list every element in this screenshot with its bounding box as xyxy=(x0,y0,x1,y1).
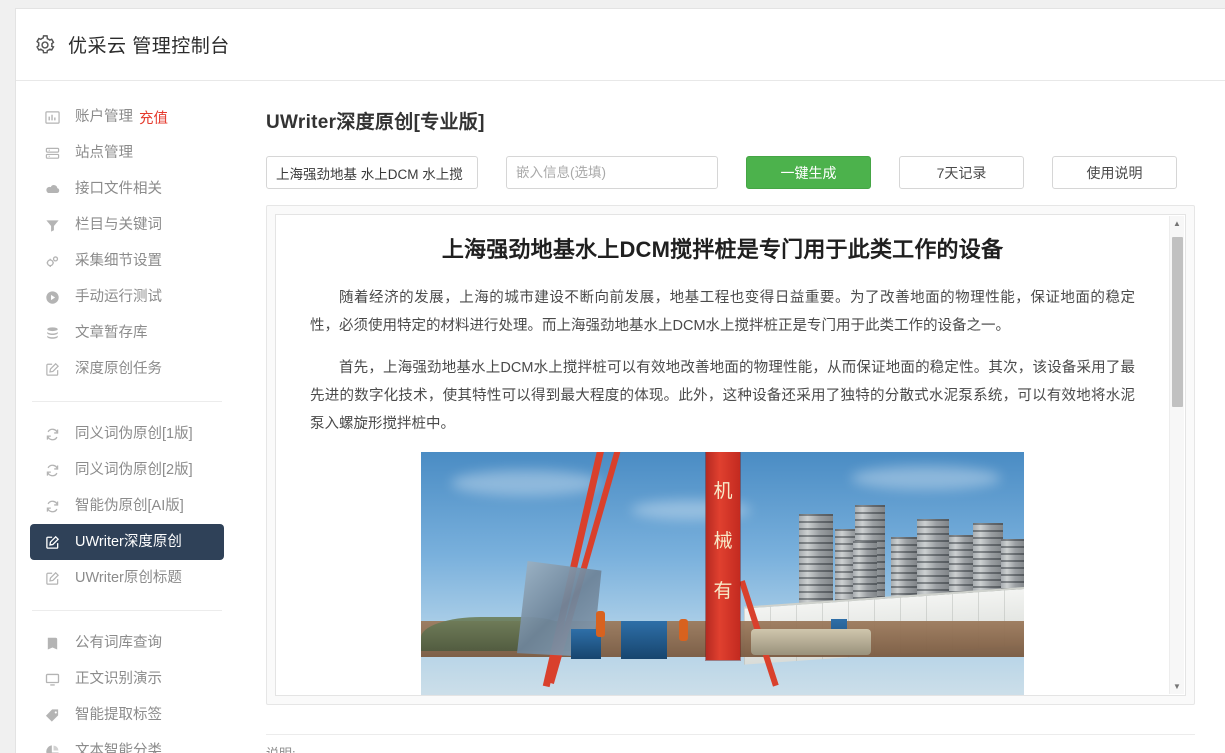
document-title: 上海强劲地基水上DCM搅拌桩是专门用于此类工作的设备 xyxy=(310,233,1135,266)
sidebar-item-label: 文本智能分类 xyxy=(75,744,162,753)
sidebar-item-extract-tags[interactable]: 智能提取标签 xyxy=(30,697,224,733)
sidebar-item-collect-settings[interactable]: 采集细节设置 xyxy=(30,243,224,279)
tag-icon xyxy=(44,707,61,724)
refresh-icon xyxy=(44,462,61,479)
sidebar-item-label: 文章暂存库 xyxy=(75,326,148,341)
sidebar-item-label: 同义词伪原创[2版] xyxy=(75,463,193,478)
sidebar-item-uwriter-title[interactable]: UWriter原创标题 xyxy=(30,560,224,596)
monitor-icon xyxy=(44,671,61,688)
sidebar-item-label: 公有词库查询 xyxy=(75,636,162,651)
sidebar-item-label: 栏目与关键词 xyxy=(75,218,162,233)
document-scrollbar[interactable]: ▲ ▼ xyxy=(1169,216,1184,694)
generate-button[interactable]: 一键生成 xyxy=(746,156,871,189)
filter-icon xyxy=(44,217,61,234)
play-circle-icon xyxy=(44,289,61,306)
sidebar-item-columns-keywords[interactable]: 栏目与关键词 xyxy=(30,207,224,243)
records-button[interactable]: 7天记录 xyxy=(899,156,1024,189)
gear-icon xyxy=(34,34,56,56)
sidebar-divider-1 xyxy=(32,401,222,402)
sidebar-item-label: 智能伪原创[AI版] xyxy=(75,499,184,514)
server-icon xyxy=(44,145,61,162)
sidebar-item-label: 同义词伪原创[1版] xyxy=(75,427,193,442)
sidebar-item-synonym-v2[interactable]: 同义词伪原创[2版] xyxy=(30,452,224,488)
sidebar-item-label: 深度原创任务 xyxy=(75,362,162,377)
document-figure: 机 械 有 xyxy=(421,452,1024,695)
body-row: 账户管理 充值 站点管理 xyxy=(16,81,1225,753)
refresh-icon xyxy=(44,426,61,443)
figure-rig-base xyxy=(751,629,871,655)
sidebar-item-deep-original-task[interactable]: 深度原创任务 xyxy=(30,351,224,387)
sidebar-item-interface-files[interactable]: 接口文件相关 xyxy=(30,171,224,207)
sidebar-item-label: 智能提取标签 xyxy=(75,708,162,723)
figure-worker xyxy=(679,619,688,641)
sidebar-item-label: UWriter深度原创 xyxy=(75,535,182,550)
sidebar-item-label: UWriter原创标题 xyxy=(75,571,182,586)
scroll-up-arrow-icon[interactable]: ▲ xyxy=(1170,216,1185,231)
bottom-divider xyxy=(266,734,1195,735)
sidebar-item-article-store[interactable]: 文章暂存库 xyxy=(30,315,224,351)
edit-square-icon xyxy=(44,361,61,378)
sidebar-divider-2 xyxy=(32,610,222,611)
figure-cloud xyxy=(451,470,601,496)
cloud-icon xyxy=(44,181,61,198)
figure-worker xyxy=(596,611,605,637)
scrollbar-thumb[interactable] xyxy=(1172,237,1183,407)
figure-machine xyxy=(621,621,667,659)
rig-char: 机 xyxy=(706,476,740,503)
figure-rig-mast: 机 械 有 xyxy=(706,452,740,660)
gears-icon xyxy=(44,253,61,270)
app-header: 优采云 管理控制台 xyxy=(16,9,1225,81)
page-title: UWriter深度原创[专业版] xyxy=(266,107,1195,134)
scrollbar-track[interactable] xyxy=(1170,231,1185,679)
sidebar-item-site-manage[interactable]: 站点管理 xyxy=(30,135,224,171)
result-card: 上海强劲地基水上DCM搅拌桩是专门用于此类工作的设备 随着经济的发展，上海的城市… xyxy=(266,205,1195,705)
sidebar-group-3: 公有词库查询 正文识别演示 xyxy=(16,625,238,753)
sidebar-item-uwriter-deep[interactable]: UWriter深度原创 xyxy=(30,524,224,560)
book-icon xyxy=(44,635,61,652)
toolbar: 一键生成 7天记录 使用说明 xyxy=(266,156,1195,189)
sidebar-item-label: 正文识别演示 xyxy=(75,672,162,687)
sidebar-item-label: 账户管理 xyxy=(75,110,133,125)
document-viewport: 上海强劲地基水上DCM搅拌桩是专门用于此类工作的设备 随着经济的发展，上海的城市… xyxy=(276,215,1169,695)
app-title: 优采云 管理控制台 xyxy=(68,31,230,58)
sidebar-item-synonym-v1[interactable]: 同义词伪原创[1版] xyxy=(30,416,224,452)
sidebar-item-label: 站点管理 xyxy=(75,146,133,161)
sidebar-item-label: 接口文件相关 xyxy=(75,182,162,197)
pie-chart-icon xyxy=(44,743,61,753)
app-window: 优采云 管理控制台 账户管理 充值 xyxy=(15,8,1225,753)
bottom-note: 说明: xyxy=(266,743,296,753)
scroll-down-arrow-icon[interactable]: ▼ xyxy=(1170,679,1185,694)
sidebar-item-label: 采集细节设置 xyxy=(75,254,162,269)
figure-cloud xyxy=(851,466,1001,490)
sidebar-item-label: 手动运行测试 xyxy=(75,290,162,305)
embed-info-input[interactable] xyxy=(506,156,718,189)
document-paragraph: 随着经济的发展，上海的城市建设不断向前发展，地基工程也变得日益重要。为了改善地面… xyxy=(310,284,1135,340)
sidebar-item-manual-run-test[interactable]: 手动运行测试 xyxy=(30,279,224,315)
result-inner-panel: 上海强劲地基水上DCM搅拌桩是专门用于此类工作的设备 随着经济的发展，上海的城市… xyxy=(275,214,1186,696)
refresh-icon xyxy=(44,498,61,515)
keyword-input[interactable] xyxy=(266,156,478,189)
rig-char: 械 xyxy=(706,526,740,553)
sidebar-item-text-classify[interactable]: 文本智能分类 xyxy=(30,733,224,753)
rig-char: 有 xyxy=(706,576,740,603)
help-button[interactable]: 使用说明 xyxy=(1052,156,1177,189)
sidebar-item-ai-rewrite[interactable]: 智能伪原创[AI版] xyxy=(30,488,224,524)
sidebar-group-2: 同义词伪原创[1版] 同义词伪原创[2版] xyxy=(16,416,238,596)
main-content: UWriter深度原创[专业版] 一键生成 7天记录 使用说明 上海强劲地基水上… xyxy=(238,81,1225,753)
recharge-badge[interactable]: 充值 xyxy=(139,107,168,128)
sidebar: 账户管理 充值 站点管理 xyxy=(16,81,238,753)
document-paragraph: 首先，上海强劲地基水上DCM水上搅拌桩可以有效地改善地面的物理性能，从而保证地面… xyxy=(310,354,1135,438)
sidebar-item-account[interactable]: 账户管理 充值 xyxy=(30,99,224,135)
sidebar-group-1: 账户管理 充值 站点管理 xyxy=(16,99,238,387)
edit-square-icon xyxy=(44,534,61,551)
edit-square-icon xyxy=(44,570,61,587)
sidebar-item-content-recognition[interactable]: 正文识别演示 xyxy=(30,661,224,697)
chart-bar-icon xyxy=(44,109,61,126)
sidebar-item-public-lexicon[interactable]: 公有词库查询 xyxy=(30,625,224,661)
database-icon xyxy=(44,325,61,342)
